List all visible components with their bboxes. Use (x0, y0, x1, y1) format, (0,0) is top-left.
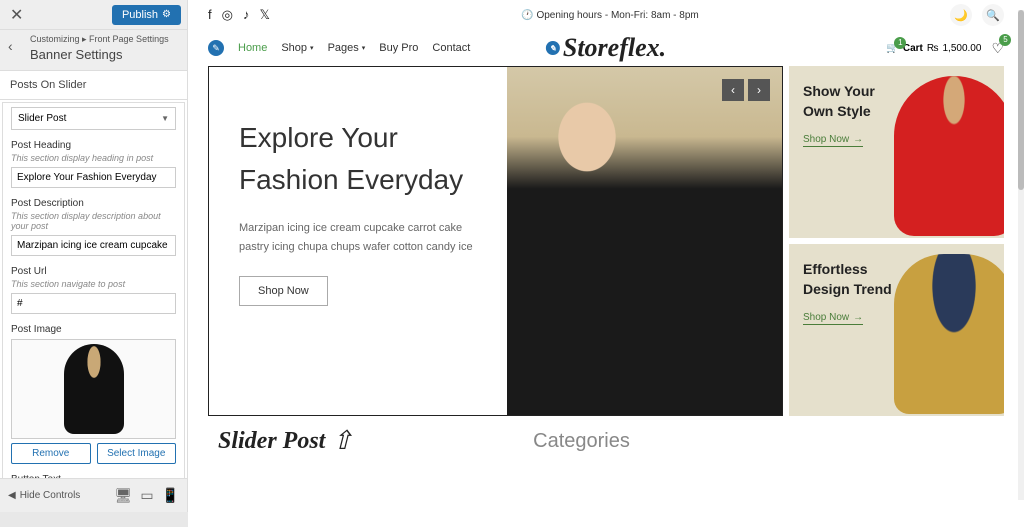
side-banner-1-heading: Show Your Own Style (803, 82, 903, 121)
mobile-icon[interactable]: 📱 (162, 487, 179, 504)
image-thumbnail (64, 344, 124, 434)
slider-prev-button[interactable]: ‹ (722, 79, 744, 101)
post-image-label: Post Image (11, 324, 176, 335)
side-banner-2-image (894, 254, 1004, 414)
section-labels: Slider Post ⇧ Categories (188, 416, 1024, 466)
side-banner-1-link[interactable]: Shop Now → (803, 134, 863, 147)
hours-text: Opening hours - Mon-Fri: 8am - 8pm (536, 10, 698, 21)
image-preview (11, 339, 176, 439)
post-heading-input[interactable] (11, 167, 176, 188)
slider-next-button[interactable]: › (748, 79, 770, 101)
slider-post-select[interactable]: Slider Post ▼ (11, 107, 176, 130)
customizer-footer: ◀ Hide Controls 🖥 ▭ 📱 (0, 478, 187, 512)
nav-shop[interactable]: Shop ▾ (281, 42, 313, 54)
customizer-panel: ✕ Publish ⚙ ‹ Customizing ▸ Front Page S… (0, 0, 188, 512)
desktop-icon[interactable]: 🖥 (115, 487, 133, 504)
side-banner-2-link[interactable]: Shop Now → (803, 312, 863, 325)
post-description-label: Post Description (11, 198, 176, 209)
post-heading-hint: This section display heading in post (11, 153, 176, 163)
preview-pane: f ◎ ♪ 𝕏 🕐 Opening hours - Mon-Fri: 8am -… (188, 0, 1024, 527)
gear-icon: ⚙ (162, 9, 171, 20)
hero-section: Explore Your Fashion Everyday Marzipan i… (188, 66, 1024, 416)
device-switcher: 🖥 ▭ 📱 (115, 487, 179, 504)
nav-home[interactable]: Home (238, 42, 267, 54)
post-url-input[interactable] (11, 293, 176, 314)
banner-description: Marzipan icing ice cream cupcake carrot … (239, 219, 487, 256)
facebook-icon[interactable]: f (208, 7, 212, 23)
arrow-right-icon: → (853, 312, 863, 323)
customizer-topbar: ✕ Publish ⚙ (0, 0, 187, 30)
tablet-icon[interactable]: ▭ (140, 487, 153, 504)
opening-hours: 🕐 Opening hours - Mon-Fri: 8am - 8pm (521, 10, 699, 21)
publish-button[interactable]: Publish ⚙ (112, 5, 181, 25)
arrow-right-icon: → (853, 134, 863, 145)
nav-contact[interactable]: Contact (432, 42, 470, 54)
slider-post-label: Slider Post ⇧ (218, 426, 353, 456)
remove-image-button[interactable]: Remove (11, 443, 91, 464)
side-banner-2-heading: Effortless Design Trend (803, 260, 903, 299)
instagram-icon[interactable]: ◎ (222, 7, 233, 23)
banner-image (507, 67, 782, 415)
collapse-icon: ◀ (8, 490, 16, 501)
up-arrow-icon: ⇧ (331, 426, 353, 456)
post-heading-label: Post Heading (11, 140, 176, 151)
edit-shortcut-icon[interactable]: ✎ (208, 40, 224, 56)
cart-count-badge: 1 (894, 37, 906, 49)
select-image-button[interactable]: Select Image (97, 443, 177, 464)
site-logo[interactable]: ✎ Storeflex. (546, 33, 666, 63)
cart-currency: ₨ (927, 43, 939, 54)
side-banner-1: Show Your Own Style Shop Now → (789, 66, 1004, 238)
header: ✎ Home Shop ▾ Pages ▾ Buy Pro Contact ✎ … (188, 30, 1024, 66)
select-value: Slider Post (18, 113, 66, 124)
main-nav: ✎ Home Shop ▾ Pages ▾ Buy Pro Contact (208, 40, 470, 56)
cart-amount: 1,500.00 (943, 43, 982, 54)
post-description-input[interactable] (11, 235, 176, 256)
categories-label: Categories (533, 430, 630, 453)
close-icon[interactable]: ✕ (6, 1, 27, 29)
post-url-label: Post Url (11, 266, 176, 277)
wishlist-icon[interactable]: ♡ 5 (991, 40, 1004, 57)
shop-now-button[interactable]: Shop Now (239, 276, 328, 306)
panel-title: Banner Settings (0, 47, 187, 71)
breadcrumb: Customizing ▸ Front Page Settings (0, 30, 187, 47)
main-banner: Explore Your Fashion Everyday Marzipan i… (208, 66, 783, 416)
banner-heading: Explore Your Fashion Everyday (239, 117, 487, 201)
side-banner-1-image (894, 76, 1004, 236)
section-header-posts-on-slider: Posts On Slider (0, 71, 187, 100)
top-bar: f ◎ ♪ 𝕏 🕐 Opening hours - Mon-Fri: 8am -… (188, 0, 1024, 30)
post-description-hint: This section display description about y… (11, 211, 176, 231)
logo-text: Storeflex. (563, 33, 666, 63)
tiktok-icon[interactable]: ♪ (243, 7, 250, 23)
nav-pages[interactable]: Pages ▾ (328, 42, 366, 54)
cart-widget[interactable]: 🛒 1 Cart ₨ 1,500.00 (886, 43, 981, 54)
publish-label: Publish (122, 9, 158, 21)
social-links: f ◎ ♪ 𝕏 (208, 7, 270, 23)
hide-controls-label: Hide Controls (20, 490, 81, 501)
hide-controls-button[interactable]: ◀ Hide Controls (8, 490, 80, 501)
chevron-down-icon: ▾ (310, 44, 314, 52)
clock-icon: 🕐 (521, 10, 533, 21)
scrollbar[interactable] (1018, 10, 1024, 500)
theme-toggle-icon[interactable]: 🌙 (950, 4, 972, 26)
nav-buy-pro[interactable]: Buy Pro (379, 42, 418, 54)
customizer-form: Slider Post ▼ Post Heading This section … (0, 100, 187, 478)
post-url-hint: This section navigate to post (11, 279, 176, 289)
chevron-down-icon: ▼ (161, 114, 169, 123)
edit-shortcut-icon[interactable]: ✎ (546, 41, 560, 55)
scrollbar-thumb[interactable] (1018, 10, 1024, 190)
side-banner-2: Effortless Design Trend Shop Now → (789, 244, 1004, 416)
search-icon[interactable]: 🔍 (982, 4, 1004, 26)
chevron-down-icon: ▾ (362, 44, 366, 52)
wishlist-count-badge: 5 (999, 34, 1011, 46)
x-icon[interactable]: 𝕏 (259, 7, 269, 23)
